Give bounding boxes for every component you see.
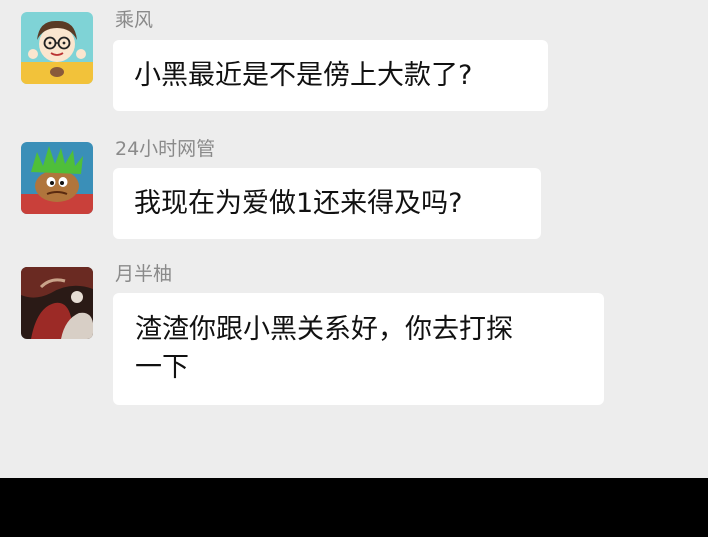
photo-avatar-icon <box>21 267 93 339</box>
bottom-bar <box>0 478 708 537</box>
message-text: 小黑最近是不是傍上大款了? <box>134 60 473 91</box>
message-text-line: 一下 <box>135 352 189 383</box>
avatar[interactable] <box>21 12 93 84</box>
avatar[interactable] <box>21 267 93 339</box>
chat-area: 乘风 小黑最近是不是傍上大款了? 24小时网管 我现在为爱做1还来得及吗? 月半… <box>0 0 708 478</box>
sender-name: 月半柚 <box>115 263 173 285</box>
cartoon-green-hair-avatar-icon <box>21 142 93 214</box>
message-bubble[interactable]: 小黑最近是不是傍上大款了? <box>113 40 548 111</box>
sender-name: 乘风 <box>115 9 154 31</box>
message-text: 我现在为爱做1还来得及吗? <box>134 188 463 219</box>
avatar[interactable] <box>21 142 93 214</box>
message-text-line: 渣渣你跟小黑关系好，你去打探 <box>135 314 513 345</box>
sender-name: 24小时网管 <box>115 138 216 160</box>
cartoon-girl-avatar-icon <box>21 12 93 84</box>
message-bubble[interactable]: 我现在为爱做1还来得及吗? <box>113 168 541 239</box>
message-bubble[interactable]: 渣渣你跟小黑关系好，你去打探 一下 <box>113 293 604 405</box>
